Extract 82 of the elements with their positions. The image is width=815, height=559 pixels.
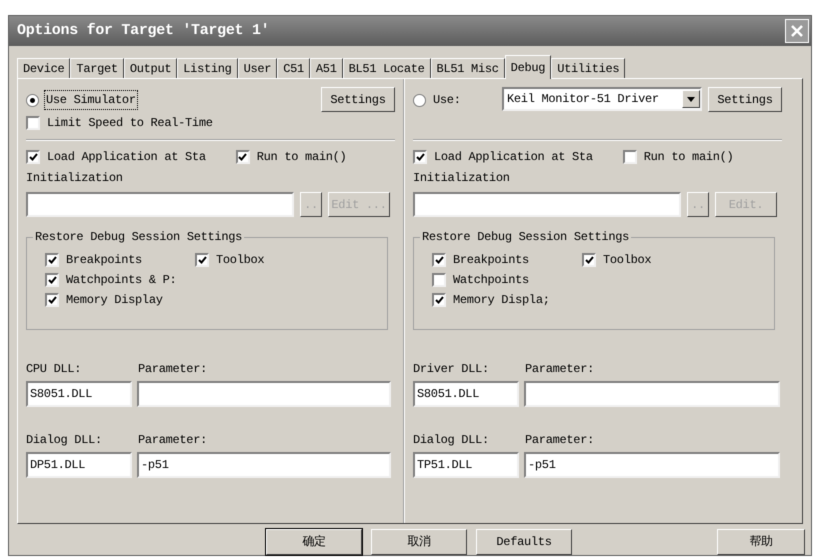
checkbox[interactable] — [26, 150, 40, 164]
checkmark-icon — [434, 256, 444, 264]
checkbox[interactable] — [432, 273, 446, 287]
checkbox-label: Memory Display — [66, 292, 163, 309]
checkbox-label: Watchpoints & P: — [66, 272, 176, 289]
checkmark-icon — [434, 296, 444, 304]
checkbox[interactable] — [413, 150, 427, 164]
checkbox[interactable] — [45, 253, 59, 267]
dialog-button[interactable]: 取消 — [371, 529, 467, 555]
checkmark-icon — [48, 296, 56, 304]
close-button[interactable] — [785, 19, 809, 43]
dialog-button[interactable]: Defaults — [476, 529, 572, 555]
parameter-field[interactable] — [524, 381, 780, 407]
dll-field[interactable]: S8051.DLL — [413, 381, 519, 407]
parameter-label: Parameter: — [138, 361, 208, 378]
window-title: Options for Target 'Target 1' — [17, 20, 270, 41]
checkbox[interactable] — [432, 293, 446, 307]
tab[interactable]: A51 — [310, 58, 343, 78]
initialization-label: Initialization — [26, 170, 124, 187]
tab[interactable]: Device — [17, 58, 70, 78]
checkmark-icon — [48, 256, 56, 264]
dll-label: Dialog DLL: — [26, 432, 103, 449]
tab[interactable]: Utilities — [551, 58, 626, 78]
checkbox[interactable] — [236, 150, 250, 164]
tab[interactable]: Listing — [177, 58, 238, 78]
checkmark-icon — [584, 256, 594, 264]
checkmark-icon — [416, 153, 424, 161]
checkbox-label: Watchpoints — [453, 272, 529, 289]
checkbox[interactable] — [45, 293, 59, 307]
checkbox-label: Toolbox — [603, 252, 652, 269]
tab[interactable]: BL51 Locate — [342, 58, 431, 78]
parameter-field[interactable] — [137, 381, 391, 407]
initialization-field[interactable] — [413, 192, 681, 217]
radio-button[interactable] — [26, 94, 39, 106]
dialog-button[interactable]: 确定 — [266, 529, 362, 555]
dll-label: Dialog DLL: — [413, 432, 490, 449]
checkbox-label: Load Application at Sta — [47, 149, 206, 166]
tab[interactable]: C51 — [277, 58, 310, 78]
checkbox[interactable] — [582, 253, 596, 267]
dialog-button[interactable]: 帮助 — [717, 529, 805, 555]
checkbox-label: Limit Speed to Real-Time — [47, 115, 213, 132]
checkbox-label: Memory Displa; — [453, 292, 550, 309]
checkbox-label: Run to main() — [256, 149, 346, 166]
checkbox-label: Run to main() — [644, 149, 734, 166]
tab[interactable]: Output — [124, 58, 178, 78]
checkmark-icon — [238, 153, 248, 161]
checkbox-label: Breakpoints — [453, 252, 529, 269]
dll-field[interactable]: S8051.DLL — [26, 381, 132, 407]
dll-label: Driver DLL: — [413, 361, 490, 378]
parameter-label: Parameter: — [525, 361, 594, 378]
parameter-field[interactable]: -p51 — [524, 452, 780, 478]
initialization-field[interactable] — [26, 192, 294, 217]
tab[interactable]: Target — [70, 58, 124, 78]
initialization-label: Initialization — [413, 170, 511, 187]
dll-field[interactable]: TP51.DLL — [413, 452, 519, 478]
radio-button[interactable] — [413, 94, 426, 106]
checkmark-icon — [28, 153, 38, 161]
checkbox-label: Toolbox — [216, 252, 264, 269]
tab[interactable]: User — [238, 58, 278, 78]
checkbox[interactable] — [26, 116, 40, 130]
parameter-label: Parameter: — [525, 432, 594, 449]
checkmark-icon — [48, 276, 56, 284]
checkbox[interactable] — [622, 150, 637, 164]
tab[interactable]: Debug — [504, 55, 552, 79]
button[interactable]: Settings — [321, 87, 395, 112]
checkbox[interactable] — [432, 253, 446, 267]
button[interactable]: Settings — [708, 87, 782, 112]
tab[interactable]: BL51 Misc — [430, 58, 505, 78]
checkbox-label: Breakpoints — [66, 252, 142, 269]
checkbox[interactable] — [45, 273, 59, 287]
checkbox-label: Load Application at Sta — [434, 149, 593, 166]
close-icon — [790, 24, 804, 38]
parameter-field[interactable]: -p51 — [137, 452, 391, 478]
radio-label: Use Simulator — [45, 91, 137, 109]
dll-field[interactable]: DP51.DLL — [26, 452, 132, 478]
parameter-label: Parameter: — [138, 432, 208, 449]
checkbox[interactable] — [195, 253, 209, 267]
radio-label: Use: — [432, 92, 462, 109]
driver-dropdown[interactable]: Keil Monitor-51 Driver — [502, 87, 702, 111]
dropdown-value: Keil Monitor-51 Driver — [506, 91, 660, 108]
checkmark-icon — [198, 256, 206, 264]
dll-label: CPU DLL: — [26, 361, 82, 378]
